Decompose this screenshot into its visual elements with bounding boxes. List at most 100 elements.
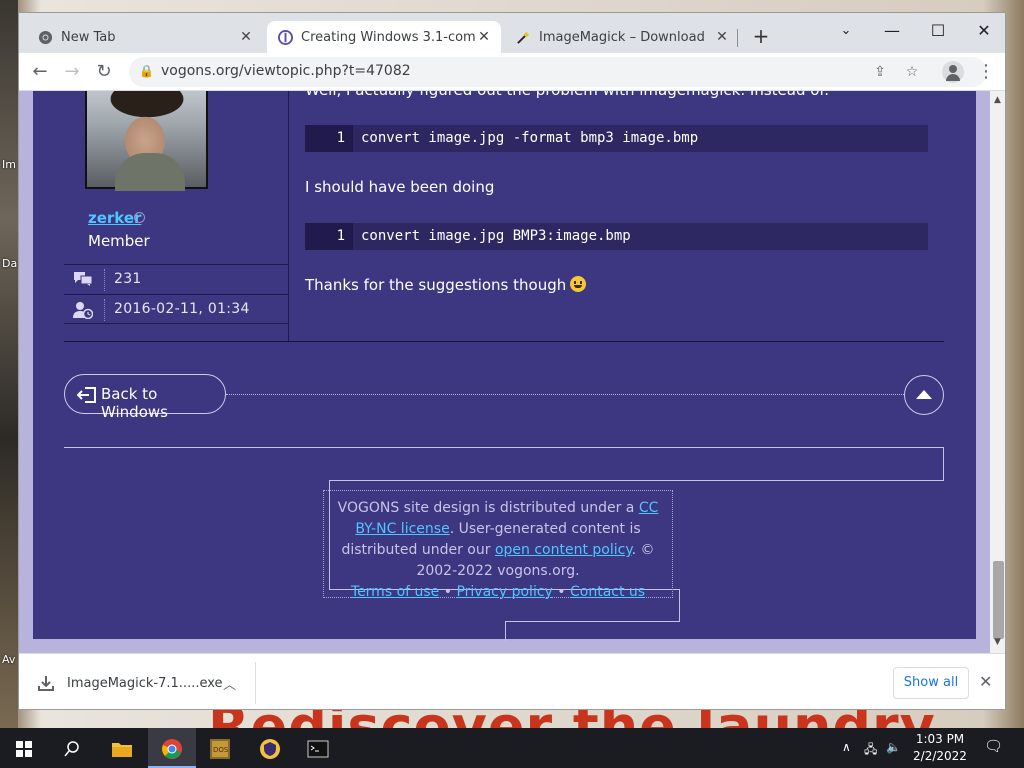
dotted-divider bbox=[226, 394, 904, 395]
tab-title: Creating Windows 3.1-compatib bbox=[301, 29, 476, 45]
footer-license-text: VOGONS site design is distributed under … bbox=[332, 498, 664, 582]
tab-creating-windows[interactable]: Creating Windows 3.1-compatib ✕ bbox=[267, 21, 501, 53]
vpn-shield-icon[interactable] bbox=[246, 728, 294, 768]
browser-toolbar: ← → ↻ 🔒 vogons.org/viewtopic.php?t=47082… bbox=[19, 53, 1005, 91]
close-tab-icon[interactable]: ✕ bbox=[237, 28, 255, 46]
volume-muted-icon[interactable]: 🔈 bbox=[886, 740, 901, 754]
network-icon[interactable]: 🖧 bbox=[864, 740, 877, 761]
footer-bullet: • bbox=[443, 584, 453, 600]
footer-frame-line bbox=[679, 589, 680, 622]
footer-frame-line bbox=[943, 447, 944, 481]
code-block: 1 convert image.jpg -format bmp3 image.b… bbox=[305, 125, 928, 152]
download-bar: ImageMagick-7.1.....exe ︿ Show all ✕ bbox=[19, 653, 1005, 709]
tab-new-tab[interactable]: New Tab ✕ bbox=[27, 21, 263, 53]
page-scrollbar[interactable]: ▲ ▼ bbox=[990, 91, 1005, 653]
chrome-taskbar-icon[interactable] bbox=[148, 728, 196, 768]
scroll-up-icon[interactable]: ▲ bbox=[994, 95, 1001, 105]
bookmark-star-icon[interactable]: ☆ bbox=[901, 61, 923, 83]
code-line: convert image.jpg BMP3:image.bmp bbox=[361, 228, 631, 244]
offline-status-icon bbox=[134, 212, 145, 223]
show-all-button[interactable]: Show all bbox=[893, 667, 969, 699]
tab-strip: New Tab ✕ Creating Windows 3.1-compatib … bbox=[19, 13, 1005, 53]
grin-emoji-icon bbox=[570, 276, 587, 292]
footer-text: VOGONS site design is distributed under … bbox=[337, 500, 639, 516]
footer-links: Terms of use • Privacy policy • Contact … bbox=[332, 582, 664, 603]
line-number: 1 bbox=[305, 125, 353, 152]
terminal-icon[interactable] bbox=[294, 728, 342, 768]
url-text[interactable]: vogons.org/viewtopic.php?t=47082 bbox=[161, 63, 411, 79]
footer-bullet: • bbox=[557, 584, 566, 600]
post-count-row: 231 bbox=[64, 264, 288, 294]
footer-frame-line bbox=[505, 621, 506, 641]
share-icon[interactable]: ⇪ bbox=[869, 61, 891, 83]
post-text-partial: Well, I actually figured out the problem… bbox=[305, 91, 829, 99]
tab-title: ImageMagick – Download bbox=[539, 29, 705, 45]
desktop-icon-label[interactable]: Av bbox=[2, 653, 15, 666]
desktop-left-edge bbox=[0, 0, 18, 730]
close-download-bar-icon[interactable]: ✕ bbox=[979, 672, 992, 691]
forward-arrow-icon[interactable]: → bbox=[59, 59, 85, 85]
code-line: convert image.jpg -format bmp3 image.bmp bbox=[361, 130, 699, 146]
post-closing: Thanks for the suggestions though bbox=[305, 276, 587, 294]
chrome-icon bbox=[37, 29, 53, 45]
forum-page: zerker Member 231 2016-02-11, 01:34 Well… bbox=[33, 91, 976, 641]
profile-avatar-icon[interactable] bbox=[942, 61, 964, 83]
tray-chevron-up-icon[interactable]: ∧ bbox=[842, 740, 851, 754]
chevron-up-icon[interactable]: ︿ bbox=[223, 674, 236, 693]
windows-start-icon[interactable] bbox=[0, 728, 48, 768]
open-content-policy-link[interactable]: open content policy bbox=[495, 542, 632, 558]
back-to-forum-button[interactable]: Back to Windows bbox=[64, 374, 226, 421]
privacy-link[interactable]: Privacy policy bbox=[456, 584, 552, 600]
search-icon[interactable] bbox=[48, 728, 96, 768]
tab-search-icon[interactable]: ⌄ bbox=[823, 17, 869, 45]
imagemagick-icon bbox=[515, 29, 531, 45]
exit-arrow-icon bbox=[76, 386, 97, 408]
close-tab-icon[interactable]: ✕ bbox=[475, 28, 493, 46]
desktop-icon-label[interactable]: Da bbox=[2, 257, 17, 270]
line-number: 1 bbox=[305, 223, 353, 250]
dosbox-icon[interactable]: DOS bbox=[196, 728, 244, 768]
file-explorer-icon[interactable] bbox=[98, 728, 146, 768]
download-icon[interactable] bbox=[37, 674, 55, 696]
clock-date: 2/2/2022 bbox=[913, 749, 967, 763]
terms-link[interactable]: Terms of use bbox=[351, 584, 439, 600]
new-tab-button[interactable]: + bbox=[749, 25, 773, 49]
page-viewport: zerker Member 231 2016-02-11, 01:34 Well… bbox=[19, 91, 1005, 653]
download-filename[interactable]: ImageMagick-7.1.....exe bbox=[67, 676, 223, 691]
contact-link[interactable]: Contact us bbox=[570, 584, 645, 600]
taskbar: DOS ∧ 🖧 🔈 1:03 PM 2/2/2022 🗨 bbox=[0, 728, 1024, 768]
chat-bubbles-icon bbox=[72, 271, 94, 289]
reload-icon[interactable]: ↻ bbox=[91, 59, 117, 85]
footer-frame-line bbox=[64, 447, 944, 448]
post-separator bbox=[64, 341, 944, 342]
svg-text:DOS: DOS bbox=[213, 746, 229, 754]
download-separator bbox=[255, 662, 256, 704]
back-button-label: Back to Windows bbox=[101, 385, 168, 421]
taskbar-clock[interactable]: 1:03 PM 2/2/2022 bbox=[910, 731, 970, 765]
back-arrow-icon[interactable]: ← bbox=[27, 59, 53, 85]
menu-dots-icon[interactable]: ⋮ bbox=[977, 59, 995, 85]
footer-frame-line bbox=[505, 621, 680, 622]
scroll-down-icon[interactable]: ▼ bbox=[994, 637, 1001, 647]
joined-row: 2016-02-11, 01:34 bbox=[64, 294, 288, 324]
notification-icon[interactable]: 🗨 bbox=[984, 737, 1003, 755]
scroll-to-top-button[interactable] bbox=[904, 375, 944, 415]
footer-frame-line bbox=[329, 480, 944, 481]
post-text: Thanks for the suggestions though bbox=[305, 276, 567, 294]
address-bar[interactable]: 🔒 vogons.org/viewtopic.php?t=47082 ⇪ ☆ bbox=[129, 57, 987, 87]
close-window-button[interactable]: ✕ bbox=[961, 17, 1005, 45]
joined-date: 2016-02-11, 01:34 bbox=[114, 301, 250, 317]
desktop-icon-label[interactable]: Im bbox=[2, 158, 16, 171]
maximize-button[interactable]: ☐ bbox=[915, 17, 961, 45]
scrollbar-thumb[interactable] bbox=[993, 561, 1004, 639]
tab-imagemagick[interactable]: ImageMagick – Download ✕ bbox=[505, 21, 739, 53]
minimize-button[interactable]: — bbox=[869, 17, 915, 45]
lock-icon[interactable]: 🔒 bbox=[139, 64, 154, 78]
code-block: 1 convert image.jpg BMP3:image.bmp bbox=[305, 223, 928, 250]
close-tab-icon[interactable]: ✕ bbox=[713, 28, 731, 46]
tab-title: New Tab bbox=[61, 29, 116, 45]
post-count[interactable]: 231 bbox=[114, 271, 142, 287]
user-clock-icon bbox=[72, 301, 94, 320]
tab-separator bbox=[737, 29, 738, 47]
user-avatar[interactable] bbox=[85, 91, 208, 191]
